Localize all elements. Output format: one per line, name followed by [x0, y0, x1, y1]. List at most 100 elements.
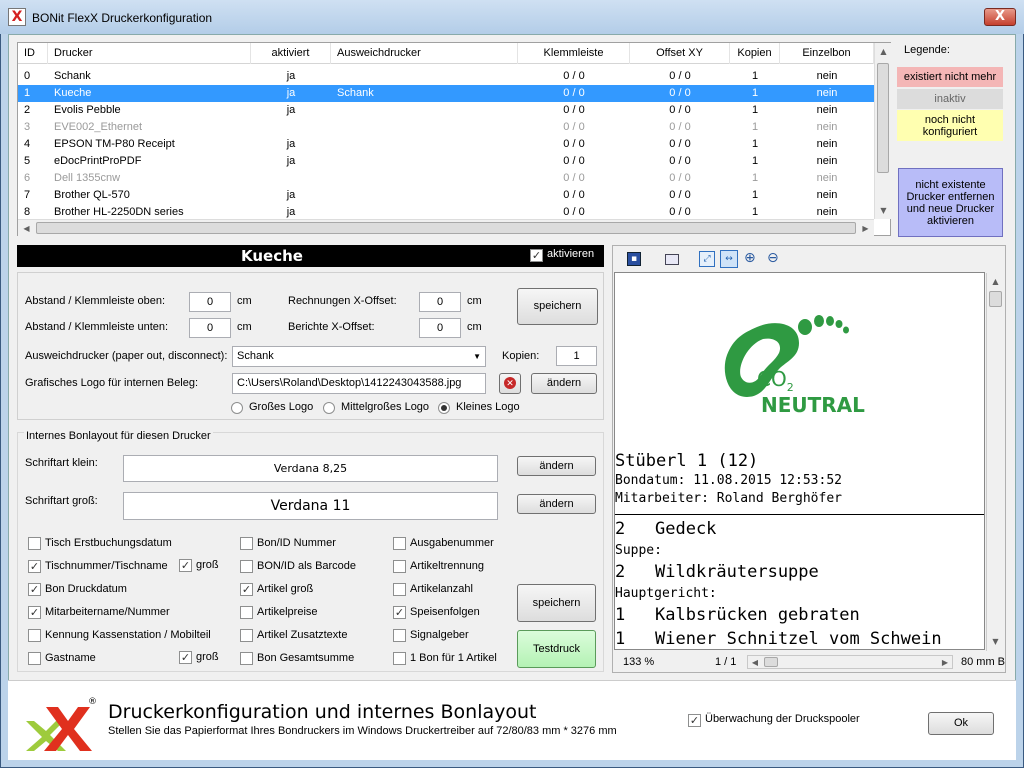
scroll-down-icon[interactable]: ▼ [875, 202, 892, 219]
grid-horizontal-scrollbar[interactable]: ◀ ▶ [18, 219, 874, 236]
ok-button[interactable]: Ok [928, 712, 994, 735]
tischnummer-gross-checkbox[interactable]: ✓ [179, 559, 192, 572]
option-checkbox[interactable] [393, 652, 406, 665]
window-title: BONit FlexX Druckerkonfiguration [32, 11, 213, 25]
abstand-unten-input[interactable]: 0 [189, 318, 231, 338]
table-cell-klemm: 0 / 0 [563, 104, 585, 116]
font-small-display[interactable]: Verdana 8,25 [123, 455, 498, 482]
table-row[interactable]: 4 EPSON TM-P80 Receipt ja 0 / 0 0 / 0 1 nein [18, 136, 874, 153]
font-small-change-button[interactable]: ändern [517, 456, 596, 476]
remove-logo-button[interactable]: ✕ [499, 373, 521, 394]
grid-vertical-scrollbar[interactable]: ▲ ▼ [874, 43, 891, 219]
option-checkbox[interactable] [393, 537, 406, 550]
option-checkbox[interactable]: ✓ [28, 560, 41, 573]
option-checkbox[interactable] [28, 652, 41, 665]
fallback-select[interactable]: Schank ▼ [232, 346, 486, 367]
option-checkbox[interactable] [240, 629, 253, 642]
table-row[interactable]: 8 Brother HL-2250DN series ja 0 / 0 0 / 0 1 ne… [18, 204, 874, 220]
hscroll-thumb[interactable] [36, 222, 856, 234]
scroll-up-icon[interactable]: ▲ [875, 43, 892, 60]
font-large-display[interactable]: Verdana 11 [123, 492, 498, 520]
scroll-up-icon[interactable]: ▲ [987, 273, 1004, 290]
preview-horizontal-scrollbar[interactable]: ◀ ▶ [747, 655, 953, 669]
table-cell-single: nein [816, 87, 838, 99]
preview-vertical-scrollbar[interactable]: ▲ ▼ [986, 273, 1004, 651]
option-checkbox[interactable] [393, 629, 406, 642]
table-cell-copies: 1 [751, 70, 759, 82]
table-cell-name: Evolis Pebble [54, 104, 121, 116]
save-icon[interactable]: ▪ [627, 252, 641, 266]
table-cell-active [251, 119, 331, 136]
table-row[interactable]: 1 Kueche ja Schank 0 / 0 0 / 0 1 nein [18, 85, 874, 102]
table-cell-offset: 0 / 0 [669, 206, 691, 218]
option-checkbox[interactable] [240, 560, 253, 573]
option-checkbox[interactable]: ✓ [28, 583, 41, 596]
option-label: Artikelpreise [257, 606, 318, 618]
col-header-single[interactable]: Einzelbon [780, 43, 874, 64]
copies-input[interactable]: 1 [556, 346, 597, 366]
remove-missing-printers-button[interactable]: nicht existente Drucker entfernen und ne… [898, 168, 1003, 237]
scroll-thumb[interactable] [877, 63, 889, 173]
option-checkbox[interactable] [393, 583, 406, 596]
logo-size-medium-radio[interactable] [323, 402, 335, 414]
option-checkbox[interactable] [240, 606, 253, 619]
table-row[interactable]: 6 Dell 1355cnw 0 / 0 0 / 0 1 nein [18, 170, 874, 187]
table-row[interactable]: 5 eDocPrintProPDF ja 0 / 0 0 / 0 1 nein [18, 153, 874, 170]
scroll-right-icon[interactable]: ▶ [857, 220, 874, 237]
option-checkbox[interactable] [240, 652, 253, 665]
option-checkbox[interactable]: ✓ [28, 606, 41, 619]
option-checkbox[interactable]: ✓ [393, 606, 406, 619]
scroll-down-icon[interactable]: ▼ [987, 633, 1004, 650]
print-icon[interactable] [665, 254, 679, 265]
table-row[interactable]: 3 EVE002_Ethernet 0 / 0 0 / 0 1 nein [18, 119, 874, 136]
col-header-printer[interactable]: Drucker [48, 43, 251, 64]
logo-size-large-radio[interactable] [231, 402, 243, 414]
activate-checkbox[interactable]: ✓ [530, 249, 543, 262]
fallback-label: Ausweichdrucker (paper out, disconnect): [25, 350, 228, 362]
option-checkbox[interactable] [240, 537, 253, 550]
gastname-gross-checkbox[interactable]: ✓ [179, 651, 192, 664]
col-header-klemmleiste[interactable]: Klemmleiste [518, 43, 630, 64]
col-header-fallback[interactable]: Ausweichdrucker [331, 43, 518, 64]
option-checkbox[interactable] [28, 537, 41, 550]
preview-page: 1 / 1 [715, 656, 737, 668]
layout-save-button[interactable]: speichern [517, 584, 596, 622]
font-large-change-button[interactable]: ändern [517, 494, 596, 514]
table-row[interactable]: 0 Schank ja 0 / 0 0 / 0 1 nein [18, 68, 874, 85]
bonit-logo: ® [22, 697, 97, 751]
col-header-id[interactable]: ID [18, 43, 48, 64]
logo-change-button[interactable]: ändern [531, 373, 597, 394]
option-checkbox[interactable]: ✓ [240, 583, 253, 596]
col-header-active[interactable]: aktiviert [251, 43, 331, 64]
table-row[interactable]: 7 Brother QL-570 ja 0 / 0 0 / 0 1 nein [18, 187, 874, 204]
printer-header: Kueche ✓ aktivieren [17, 245, 604, 267]
preview-hscroll-thumb[interactable] [764, 657, 778, 667]
test-print-button[interactable]: Testdruck [517, 630, 596, 668]
zoom-in-icon[interactable]: ⊕ [744, 251, 760, 267]
spooler-checkbox[interactable]: ✓ [688, 714, 701, 727]
scroll-left-icon[interactable]: ◀ [18, 220, 35, 237]
option-checkbox[interactable] [393, 560, 406, 573]
logo-size-small-radio[interactable] [438, 402, 450, 414]
fit-width-icon[interactable]: ↔ [720, 250, 738, 268]
scroll-left-icon[interactable]: ◀ [748, 654, 762, 671]
printer-save-button[interactable]: speichern [517, 288, 598, 325]
logo-path-input[interactable]: C:\Users\Roland\Desktop\1412243043588.jp… [232, 373, 486, 394]
scroll-right-icon[interactable]: ▶ [938, 654, 952, 671]
col-header-offset[interactable]: Offset XY [630, 43, 730, 64]
abstand-oben-input[interactable]: 0 [189, 292, 231, 312]
table-cell-copies: 1 [751, 138, 759, 150]
table-row[interactable]: 2 Evolis Pebble ja 0 / 0 0 / 0 1 nein [18, 102, 874, 119]
rechnungen-offset-input[interactable]: 0 [419, 292, 461, 312]
col-header-copies[interactable]: Kopien [730, 43, 780, 64]
rechnungen-offset-label: Rechnungen X-Offset: [288, 295, 397, 307]
zoom-out-icon[interactable]: ⊖ [767, 251, 783, 267]
receipt-divider [615, 514, 984, 515]
preview-scroll-thumb[interactable] [989, 291, 1002, 307]
close-button[interactable]: X [984, 8, 1016, 26]
option-checkbox[interactable] [28, 629, 41, 642]
app-icon: X [8, 8, 26, 26]
receipt-lines: 2 Gedeck Suppe: 2 Wildkräutersuppe Hauptgeric… [615, 519, 984, 649]
berichte-offset-input[interactable]: 0 [419, 318, 461, 338]
fit-page-icon[interactable]: ⤢ [699, 251, 715, 267]
